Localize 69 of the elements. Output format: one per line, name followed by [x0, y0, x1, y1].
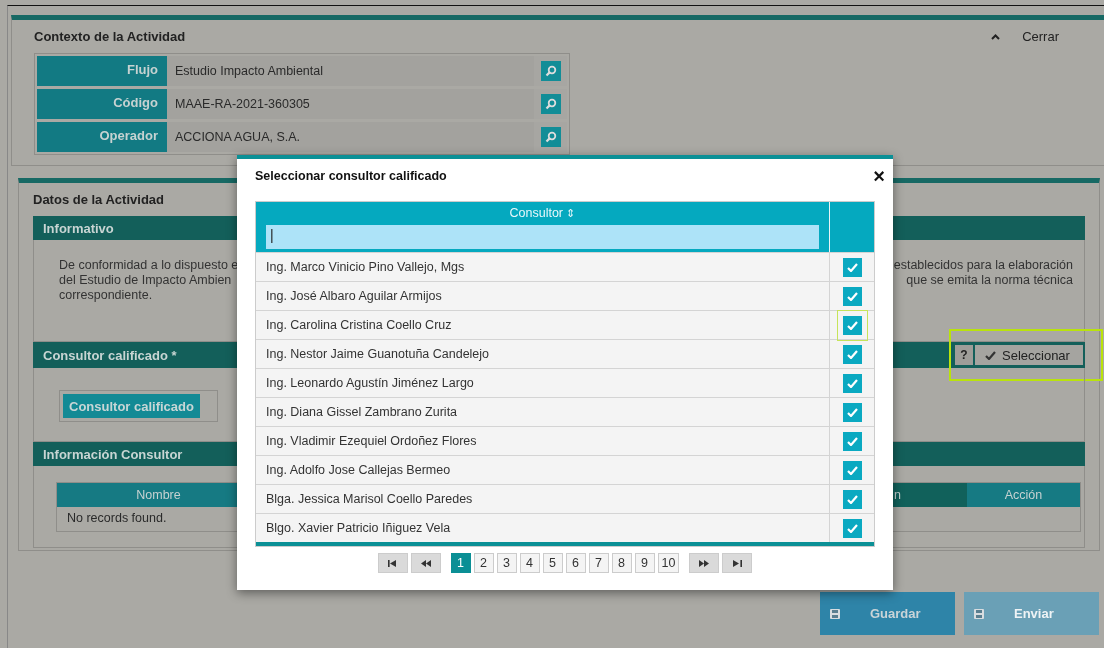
page-button[interactable]: 1	[450, 553, 471, 573]
check-icon	[846, 378, 858, 388]
check-icon	[846, 291, 858, 301]
checkbox[interactable]	[842, 373, 862, 393]
search-button[interactable]	[540, 61, 561, 81]
field-label: Flujo	[37, 56, 167, 86]
field-label: Operador	[37, 122, 167, 152]
checkbox[interactable]	[842, 286, 862, 306]
previous-page-icon	[420, 559, 431, 567]
search-button[interactable]	[540, 94, 561, 114]
floppy-icon	[830, 608, 840, 619]
panel-title: Datos de la Actividad	[33, 191, 164, 209]
floppy-icon	[974, 608, 984, 619]
next-page-button[interactable]	[689, 553, 720, 573]
page-button[interactable]: 8	[611, 553, 632, 573]
caret-icon[interactable]	[991, 33, 1001, 40]
section-title: Informativo	[43, 220, 114, 236]
section-title: Información Consultor	[43, 446, 183, 462]
filter-field[interactable]: |	[266, 225, 819, 249]
field-value: ACCIONA AGUA, S.A.	[167, 122, 534, 152]
page-button[interactable]: 9	[634, 553, 655, 573]
help-button[interactable]: ?	[955, 345, 973, 365]
checkbox[interactable]	[842, 518, 862, 538]
select-button[interactable]: Seleccionar	[975, 345, 1083, 365]
checkbox[interactable]	[842, 344, 862, 364]
check-icon	[846, 465, 858, 475]
field-value: MAAE-RA-2021-360305	[167, 89, 534, 119]
checkbox[interactable]	[842, 431, 862, 451]
check-icon	[846, 349, 858, 359]
checkbox[interactable]	[842, 489, 862, 509]
checkbox[interactable]	[842, 402, 862, 422]
info-text: establecidos para la elaboración que se emita la norma técnica	[893, 258, 1073, 289]
check-icon	[846, 494, 858, 504]
search-button[interactable]	[540, 127, 561, 147]
page-button[interactable]: 6	[565, 553, 586, 573]
column-header: Acción	[967, 483, 1080, 507]
first-page-button[interactable]	[377, 553, 408, 573]
dialog-title: Seleccionar consultor calificado	[255, 169, 447, 183]
page-button[interactable]: 3	[496, 553, 517, 573]
page-button[interactable]: 2	[473, 553, 494, 573]
panel-title: Contexto de la Actividad	[34, 29, 186, 44]
page-button[interactable]: 7	[588, 553, 609, 573]
check-icon	[846, 523, 858, 533]
check-icon	[846, 407, 858, 417]
check-icon	[985, 350, 996, 360]
check-icon	[846, 262, 858, 272]
checkbox[interactable]	[842, 257, 862, 277]
field-label: Código	[37, 89, 167, 119]
page-button[interactable]: 4	[519, 553, 540, 573]
close-link[interactable]: Cerrar	[1022, 29, 1059, 44]
search-icon	[544, 131, 557, 143]
check-icon	[846, 320, 858, 330]
check-icon	[846, 436, 858, 446]
search-icon	[544, 65, 557, 77]
info-text: De conformidad a lo dispuesto e del Estudio de Impacto Ambien correspondiente.	[59, 258, 239, 304]
page-button[interactable]: 5	[542, 553, 563, 573]
next-page-icon	[699, 559, 710, 567]
table-cell: No records found.	[67, 511, 167, 525]
last-page-icon	[732, 559, 742, 567]
search-icon	[544, 98, 557, 110]
checkbox[interactable]	[842, 460, 862, 480]
previous-page-button[interactable]	[410, 553, 441, 573]
checkbox[interactable]	[842, 315, 862, 335]
page-button[interactable]: 10	[657, 553, 680, 573]
first-page-icon	[388, 559, 398, 567]
close-button[interactable]: ×	[873, 166, 885, 186]
section-title: Consultor calificado *	[43, 347, 177, 363]
last-page-button[interactable]	[722, 553, 753, 573]
field-value: Estudio Impacto Ambiental	[167, 56, 534, 86]
